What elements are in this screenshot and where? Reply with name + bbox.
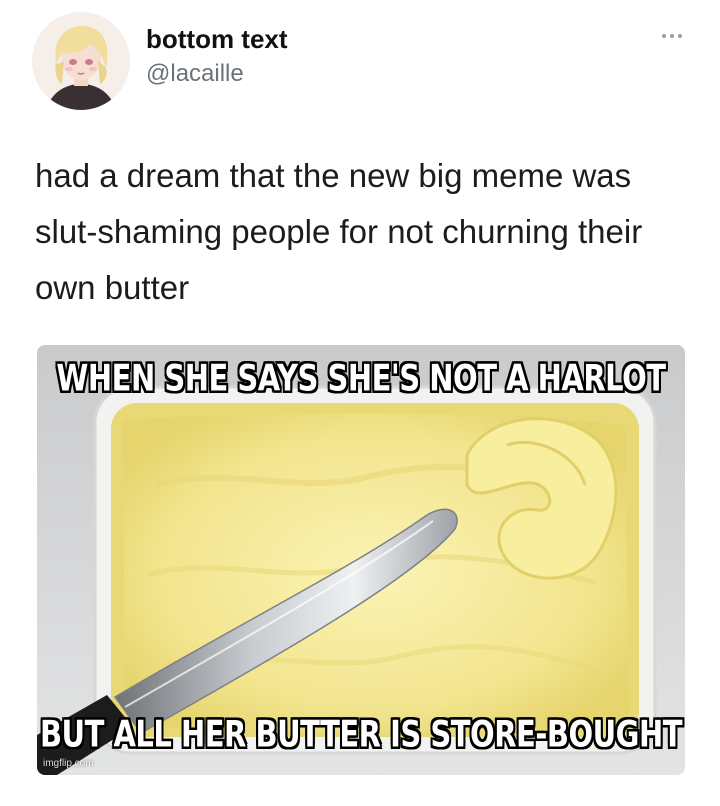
imgflip-watermark: imgflip.com	[43, 758, 94, 769]
meme-image[interactable]: WHEN SHE SAYS SHE'S NOT A HARLOT BUT ALL…	[37, 345, 685, 775]
tweet-text: had a dream that the new big meme was sl…	[35, 157, 643, 306]
meme-top-caption: WHEN SHE SAYS SHE'S NOT A HARLOT	[56, 356, 666, 400]
butter-tub-photo	[37, 345, 685, 775]
dot	[662, 34, 666, 38]
meme-bottom-caption: BUT ALL HER BUTTER IS STORE-BOUGHT	[39, 712, 683, 756]
user-handle[interactable]: @lacaille	[146, 60, 244, 88]
display-name[interactable]: bottom text	[146, 24, 288, 55]
avatar-illustration	[32, 12, 130, 110]
dot	[670, 34, 674, 38]
more-horizontal-icon[interactable]	[652, 26, 692, 46]
avatar[interactable]	[32, 12, 130, 110]
tweet-card: bottom text @lacaille had a dream that t…	[0, 0, 720, 806]
dot	[678, 34, 682, 38]
